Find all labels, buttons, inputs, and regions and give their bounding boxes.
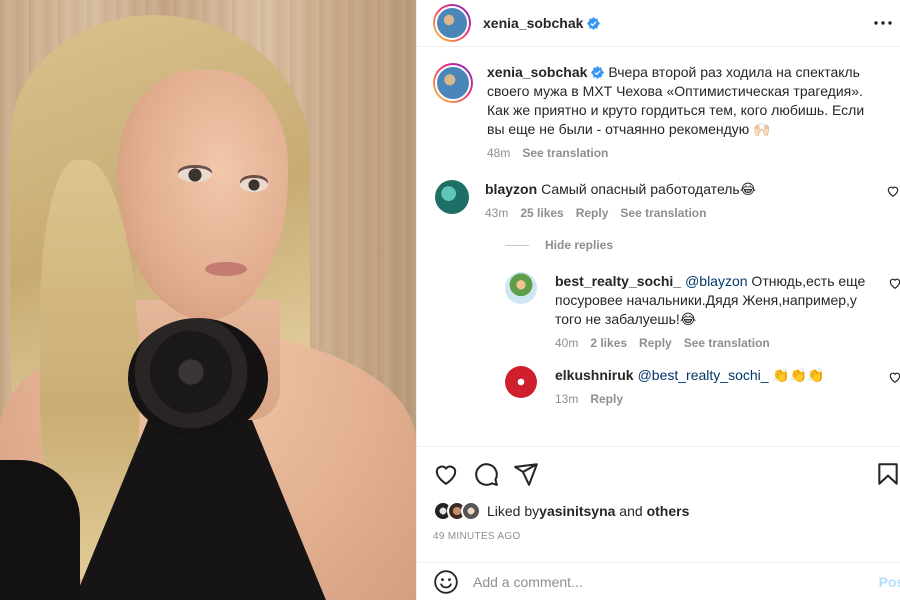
verified-badge-icon bbox=[587, 16, 601, 30]
comment-time[interactable]: 43m bbox=[485, 206, 508, 220]
post-actions: Liked by yasinitsyna and others 49 MINUT… bbox=[417, 446, 900, 542]
author-avatar[interactable] bbox=[433, 63, 473, 103]
author-avatar[interactable] bbox=[433, 4, 471, 42]
caption: xenia_sobchak Вчера второй раз ходила на … bbox=[433, 63, 884, 160]
reply-body: 👏👏👏 bbox=[768, 367, 825, 383]
reply-avatar[interactable] bbox=[505, 366, 537, 398]
reply-likes[interactable]: 2 likes bbox=[590, 336, 627, 350]
liked-by-and: and bbox=[615, 503, 647, 519]
emoji-icon[interactable] bbox=[433, 569, 459, 595]
caption-meta: 48m See translation bbox=[487, 146, 884, 160]
post-comment-button[interactable]: Post bbox=[879, 574, 900, 590]
photo-choker-flower bbox=[128, 318, 268, 438]
more-options-icon[interactable] bbox=[866, 8, 900, 38]
caption-username[interactable]: xenia_sobchak bbox=[487, 64, 587, 80]
comment-like-heart-icon[interactable] bbox=[888, 276, 900, 290]
caption-time[interactable]: 48m bbox=[487, 146, 510, 160]
reply-meta: 13m Reply bbox=[555, 392, 884, 406]
comments-list: xenia_sobchak Вчера второй раз ходила на … bbox=[417, 47, 900, 406]
mention-link[interactable]: @blayzon bbox=[685, 273, 747, 289]
reply-text: elkushniruk @best_realty_sochi_ 👏👏👏 bbox=[555, 366, 884, 385]
photo-eye bbox=[240, 178, 268, 192]
action-icons bbox=[433, 461, 898, 487]
reply-username[interactable]: elkushniruk bbox=[555, 367, 634, 383]
hide-replies-button[interactable]: Hide replies bbox=[505, 238, 884, 252]
mention-link[interactable]: @best_realty_sochi_ bbox=[638, 367, 769, 383]
liker-avatar bbox=[461, 501, 481, 521]
comment-body: Самый опасный работодатель😂 bbox=[541, 181, 757, 197]
caption-text: xenia_sobchak Вчера второй раз ходила на … bbox=[487, 63, 884, 139]
reply-button[interactable]: Reply bbox=[590, 392, 623, 406]
comment-input[interactable] bbox=[473, 573, 885, 590]
comment-likes[interactable]: 25 likes bbox=[520, 206, 563, 220]
bookmark-icon[interactable] bbox=[875, 461, 900, 487]
comment-meta: 43m 25 likes Reply See translation bbox=[485, 206, 875, 220]
liked-by-user[interactable]: yasinitsyna bbox=[539, 503, 615, 519]
author-username[interactable]: xenia_sobchak bbox=[483, 15, 583, 31]
reply-button[interactable]: Reply bbox=[639, 336, 672, 350]
liked-by: Liked by yasinitsyna and others bbox=[433, 501, 885, 521]
photo-eye bbox=[178, 168, 212, 182]
verified-badge-icon bbox=[591, 66, 605, 79]
comment-like-heart-icon[interactable] bbox=[886, 184, 900, 198]
reply-button[interactable]: Reply bbox=[576, 206, 609, 220]
post-detail-panel: xenia_sobchak xenia_sobchak Вчера второй … bbox=[416, 0, 900, 600]
share-icon[interactable] bbox=[513, 461, 539, 487]
heart-icon[interactable] bbox=[433, 461, 459, 487]
see-translation-link[interactable]: See translation bbox=[620, 206, 706, 220]
reply-avatar[interactable] bbox=[505, 272, 537, 304]
reply-meta: 40m 2 likes Reply See translation bbox=[555, 336, 884, 350]
see-translation-link[interactable]: See translation bbox=[684, 336, 770, 350]
photo-lips bbox=[205, 262, 247, 276]
commenter-avatar[interactable] bbox=[435, 180, 469, 214]
hide-replies-label: Hide replies bbox=[545, 238, 614, 252]
instagram-post-view: xenia_sobchak xenia_sobchak Вчера второй … bbox=[0, 0, 900, 600]
reply: best_realty_sochi_ @blayzon Отнюдь,есть е… bbox=[505, 272, 900, 350]
comment-like-heart-icon[interactable] bbox=[888, 370, 900, 384]
post-photo[interactable] bbox=[0, 0, 416, 600]
posted-time[interactable]: 49 MINUTES AGO bbox=[433, 531, 885, 542]
liker-avatars[interactable] bbox=[433, 501, 481, 521]
liked-by-prefix: Liked by bbox=[487, 503, 540, 519]
see-translation-link[interactable]: See translation bbox=[522, 146, 608, 160]
hide-replies-line bbox=[505, 244, 529, 246]
reply-username[interactable]: best_realty_sochi_ bbox=[555, 273, 681, 289]
reply-time[interactable]: 13m bbox=[555, 392, 578, 406]
liked-by-others[interactable]: others bbox=[647, 503, 690, 519]
comment-text: blayzon Самый опасный работодатель😂 bbox=[485, 180, 875, 199]
comment: blayzon Самый опасный работодатель😂 43m 2… bbox=[433, 180, 899, 220]
reply: elkushniruk @best_realty_sochi_ 👏👏👏 13m R… bbox=[505, 366, 900, 406]
reply-text: best_realty_sochi_ @blayzon Отнюдь,есть е… bbox=[555, 272, 884, 329]
add-comment-bar: Post bbox=[417, 562, 900, 600]
reply-time[interactable]: 40m bbox=[555, 336, 578, 350]
post-header: xenia_sobchak bbox=[417, 0, 900, 47]
comment-icon[interactable] bbox=[473, 461, 499, 487]
comment-username[interactable]: blayzon bbox=[485, 181, 537, 197]
